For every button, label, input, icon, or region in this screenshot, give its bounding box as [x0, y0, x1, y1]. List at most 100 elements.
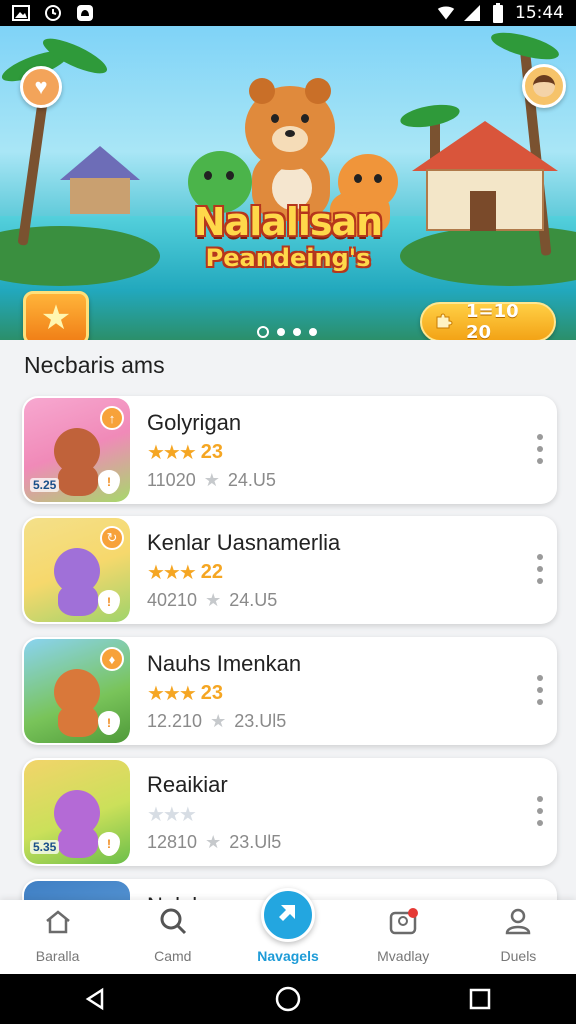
- pager-dot[interactable]: [309, 328, 317, 336]
- clock-icon: [44, 4, 62, 22]
- thumb-shield-icon: !: [98, 470, 120, 494]
- rating-value: 23: [200, 681, 224, 704]
- coin-balance[interactable]: 1=10 20: [420, 301, 556, 340]
- featured-star-button[interactable]: ★: [23, 291, 89, 340]
- battery-icon: [489, 3, 507, 23]
- game-name: Reaikiar: [147, 772, 228, 797]
- game-card[interactable]: ! 5.35 Reaikiar ★★★ 12810 ★ 23.Ul5: [22, 758, 557, 866]
- thumb-badge-icon: ↻: [100, 526, 124, 550]
- game-meta: 12.210 ★ 23.Ul5: [147, 711, 286, 732]
- rating-value: 22: [200, 560, 224, 583]
- nav-label: Navagels: [257, 948, 319, 964]
- section-title: Necbaris ams: [24, 352, 165, 378]
- game-card[interactable]: ♦ ! Nauhs Imenkan ★★★ 23 12.210 ★ 23.Ul5: [22, 637, 557, 745]
- game-rating: ★★★ 22: [147, 560, 223, 584]
- signal-icon: [463, 4, 481, 22]
- search-icon: [159, 907, 187, 942]
- more-options-icon[interactable]: [535, 675, 545, 705]
- game-downloads: 40210: [147, 590, 198, 610]
- thumb-badge-icon: ♦: [100, 647, 124, 671]
- hero-subtitle: Peandeing's: [205, 244, 371, 272]
- hero-banner[interactable]: Nalalisan Peandeing's ♥ ★ 1=10 20: [0, 26, 576, 340]
- nav-item-profile[interactable]: Duels: [461, 900, 576, 974]
- home-circle-icon[interactable]: [268, 979, 308, 1019]
- nav-item-search[interactable]: Camd: [115, 900, 230, 974]
- star-outline-icon: ★: [205, 832, 222, 853]
- game-name: Nauhs Imenkan: [147, 651, 302, 676]
- heart-icon: ♥: [34, 74, 48, 99]
- game-size: 23.Ul5: [229, 832, 282, 852]
- nav-label: Duels: [500, 948, 537, 964]
- game-downloads: 12.210: [147, 711, 203, 731]
- status-bar: 15:44: [0, 0, 576, 26]
- favorite-button[interactable]: ♥: [20, 66, 62, 108]
- pager-dot-active[interactable]: [257, 326, 269, 338]
- navigate-icon: [276, 900, 300, 931]
- game-downloads: 12810: [147, 832, 198, 852]
- game-downloads: 11020: [147, 470, 196, 490]
- back-icon[interactable]: [76, 979, 116, 1019]
- nav-item-home[interactable]: Baralla: [0, 900, 115, 974]
- pager-dot[interactable]: [277, 328, 285, 336]
- rating-value: 23: [200, 440, 224, 463]
- notification-icon: [76, 4, 94, 22]
- game-card[interactable]: ↑ ! 5.25 Golyrigan ★★★ 23 11020 ★ 24.U5: [22, 396, 557, 504]
- nav-item-inbox[interactable]: Mvadlay: [346, 900, 461, 974]
- star-icon: ★: [40, 299, 72, 337]
- nav-label: Mvadlay: [377, 948, 430, 964]
- game-thumbnail: ↻ !: [24, 518, 130, 622]
- game-meta: 40210 ★ 24.U5: [147, 590, 277, 611]
- recents-icon[interactable]: [460, 979, 500, 1019]
- puzzle-icon: [434, 310, 454, 335]
- game-thumbnail: ♦ !: [24, 639, 130, 743]
- rating-stars-icon: ★★★: [147, 681, 197, 705]
- wifi-icon: [437, 4, 455, 22]
- game-name: Kenlar Uasnamerlia: [147, 530, 341, 555]
- game-size: 23.Ul5: [234, 711, 287, 731]
- game-rating: ★★★ 23: [147, 681, 223, 705]
- thumb-character-body: [58, 584, 98, 616]
- game-thumbnail: ! 5.35: [24, 760, 130, 864]
- nav-item-navigate[interactable]: Navagels: [230, 888, 345, 974]
- profile-icon: [504, 907, 532, 942]
- carousel-pager[interactable]: [257, 326, 317, 338]
- notification-badge: [407, 908, 418, 918]
- thumb-character-body: [58, 464, 98, 496]
- game-rating: ★★★: [147, 802, 197, 826]
- status-time: 15:44: [515, 3, 564, 23]
- game-meta: 12810 ★ 23.Ul5: [147, 832, 281, 853]
- more-options-icon[interactable]: [535, 796, 545, 826]
- bear-muzzle: [272, 126, 308, 152]
- rating-stars-icon: ★★★: [147, 440, 197, 464]
- game-card[interactable]: ↻ ! Kenlar Uasnamerlia ★★★ 22 40210 ★ 24…: [22, 516, 557, 624]
- thumb-shield-icon: !: [98, 832, 120, 856]
- bottom-nav: Baralla Camd Navagels Mvadlay Duels: [0, 888, 576, 974]
- star-outline-icon: ★: [203, 470, 220, 491]
- thumb-price-tag: 5.25: [30, 478, 60, 492]
- home-icon: [44, 909, 72, 942]
- thumb-character-body: [58, 705, 98, 737]
- nav-label: Baralla: [35, 948, 80, 964]
- coin-value: 1=10 20: [466, 301, 519, 340]
- avatar-face: [533, 75, 555, 97]
- game-meta: 11020 ★ 24.U5: [147, 470, 276, 491]
- nav-label: Camd: [154, 948, 192, 964]
- more-options-icon[interactable]: [535, 434, 545, 464]
- game-thumbnail: ↑ ! 5.25: [24, 398, 130, 502]
- pager-dot[interactable]: [293, 328, 301, 336]
- more-options-icon[interactable]: [535, 554, 545, 584]
- game-name: Golyrigan: [147, 410, 242, 435]
- rating-stars-icon: ★★★: [147, 560, 197, 584]
- thumb-badge-icon: ↑: [100, 406, 124, 430]
- game-size: 24.U5: [227, 470, 276, 490]
- game-rating: ★★★ 23: [147, 440, 223, 464]
- gallery-icon: [12, 4, 30, 22]
- hero-title: Nalalisan: [193, 200, 383, 244]
- star-outline-icon: ★: [210, 711, 227, 732]
- navigate-fab[interactable]: [261, 888, 315, 942]
- avatar[interactable]: [522, 64, 566, 108]
- thumb-shield-icon: !: [98, 711, 120, 735]
- game-size: 24.U5: [229, 590, 278, 610]
- thumb-character-body: [58, 826, 98, 858]
- thumb-price-tag: 5.35: [30, 840, 60, 854]
